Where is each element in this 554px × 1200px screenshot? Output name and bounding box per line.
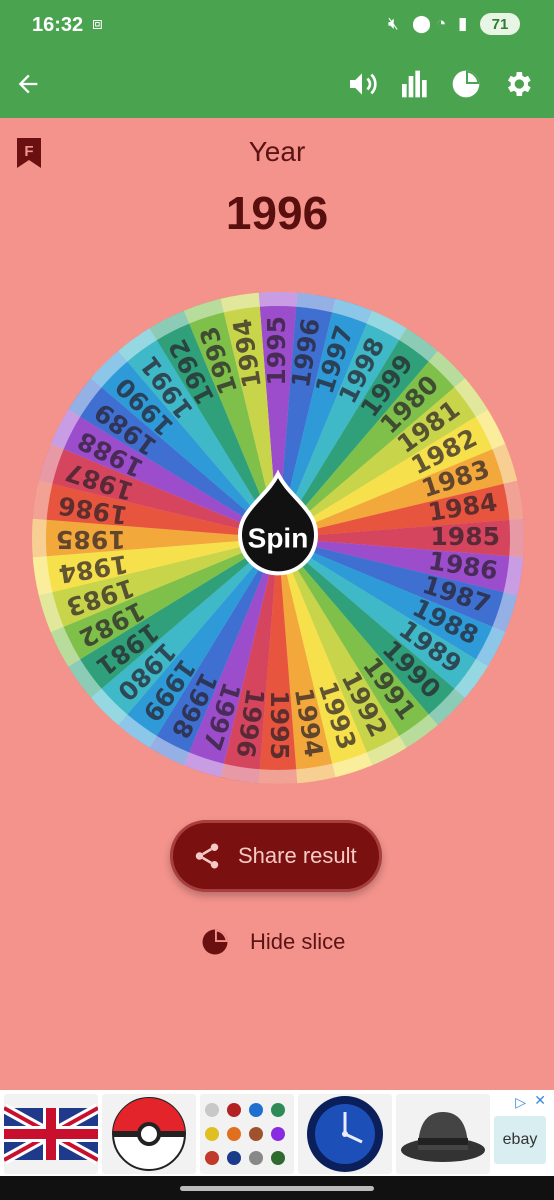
fedora-hat-icon [401, 1112, 485, 1162]
share-result-button[interactable]: Share result [170, 820, 382, 892]
mute-icon: 🔇︎ [388, 14, 399, 33]
app-bar [0, 50, 554, 118]
status-time: 16:32 [32, 14, 84, 36]
hide-slice-label: Hide slice [250, 929, 346, 954]
adchoices-icon[interactable]: ▷ [515, 1094, 526, 1111]
location-icon: ⬤ [412, 14, 432, 33]
status-bar: 16:32 ⧈ 🔇︎ ⬤ ◔ ▮ 71 [0, 0, 554, 50]
sound-button[interactable] [342, 64, 382, 104]
ad-banner[interactable]: ebay ▷ ✕ [0, 1090, 554, 1176]
ad-tile-color-dots[interactable] [200, 1094, 294, 1174]
gesture-nav-bar[interactable] [180, 1186, 374, 1191]
wheel-graphic[interactable]: 1995199619971998199919801981198219831984… [30, 290, 526, 786]
hide-slice-pie-icon [202, 929, 228, 955]
spin-label[interactable]: Spin [248, 522, 309, 553]
spin-result: 1996 [225, 187, 329, 239]
hide-slice-button[interactable]: Hide slice [200, 922, 345, 962]
pie-button[interactable] [446, 64, 486, 104]
close-ad-icon[interactable]: ✕ [534, 1092, 546, 1109]
wall-clock-icon [307, 1096, 383, 1172]
stats-button[interactable] [394, 64, 434, 104]
ebay-logo-text: ebay [502, 1131, 538, 1148]
share-result-label: Share result [238, 843, 357, 868]
back-arrow-icon [18, 74, 38, 94]
ad-tile-wall-clock[interactable] [298, 1094, 392, 1174]
battery-level: 71 [491, 15, 509, 33]
pokeball-icon [112, 1097, 186, 1171]
color-dots-icon [205, 1103, 285, 1165]
wheel-title: Year [248, 136, 306, 167]
battery-badge: 71 [480, 13, 520, 35]
share-icon [195, 843, 219, 869]
back-button[interactable] [8, 64, 48, 104]
ad-tile-pokeball[interactable] [102, 1094, 196, 1174]
ad-tile-ebay[interactable]: ebay [494, 1116, 546, 1164]
ad-tile-fedora-hat[interactable] [396, 1094, 490, 1174]
screenshot-icon: ⧈ [92, 14, 103, 33]
uk-flag-icon [4, 1103, 98, 1165]
stats-icon [402, 70, 427, 98]
signal-icon: ▮ [458, 14, 468, 33]
spin-wheel[interactable]: 1995 1996 1997 1998 1999 1980 1981 1982 1983 1984… [30, 290, 526, 786]
ad-tile-uk-flag[interactable] [4, 1094, 98, 1174]
settings-icon [508, 72, 531, 96]
wifi-icon: ◔ [436, 14, 447, 33]
settings-button[interactable] [498, 64, 538, 104]
pie-icon [452, 70, 480, 98]
volume-icon [350, 73, 377, 95]
